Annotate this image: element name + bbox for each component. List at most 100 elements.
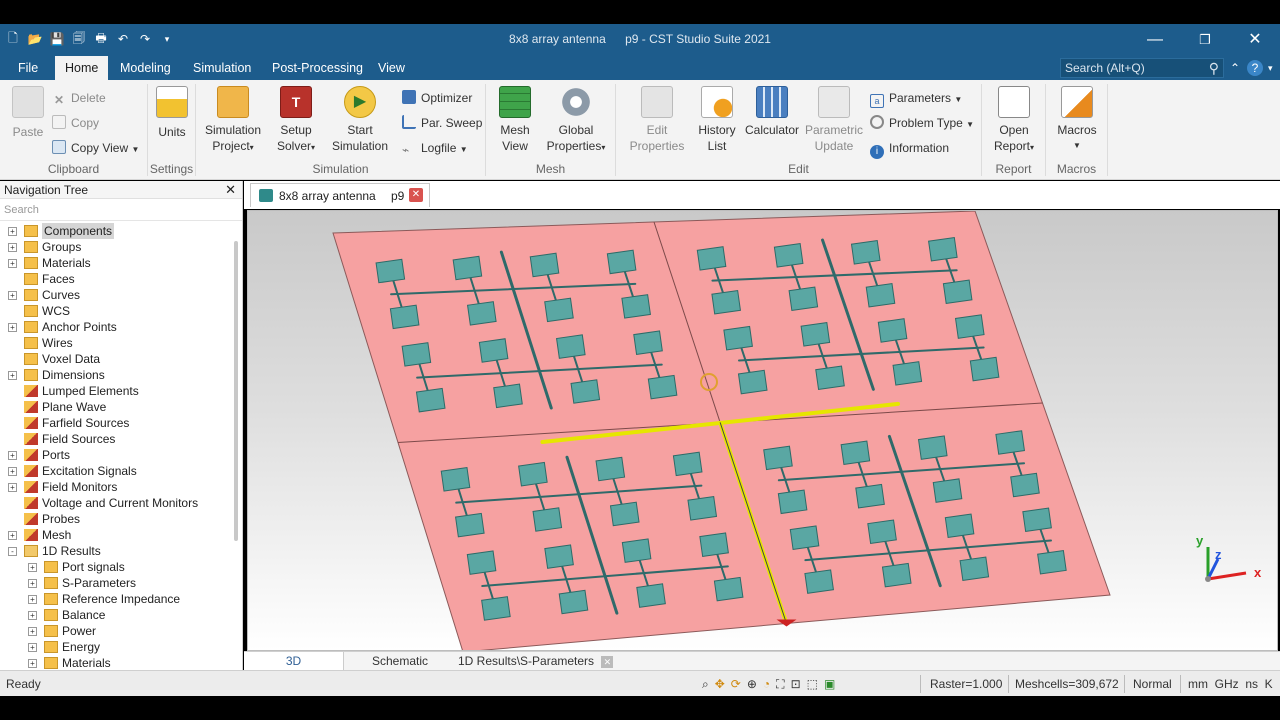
open-report-button[interactable]: Open Report▾	[990, 86, 1038, 156]
expand-icon[interactable]: +	[28, 579, 37, 588]
tree-node[interactable]: + Power	[0, 623, 230, 639]
zoom-in-icon[interactable]: ⊕	[747, 671, 757, 697]
tree-node[interactable]: + Curves	[0, 287, 230, 303]
tree-node[interactable]: + Ports	[0, 447, 230, 463]
view-cube-icon[interactable]: ⬚	[807, 671, 818, 697]
tree-node[interactable]: + Mesh	[0, 527, 230, 543]
tree-node[interactable]: Faces	[0, 271, 230, 287]
tab-schematic[interactable]: Schematic	[364, 652, 436, 670]
tree-node[interactable]: + Balance	[0, 607, 230, 623]
expand-icon[interactable]: +	[28, 611, 37, 620]
document-tab[interactable]: 8x8 array antenna p9 ✕	[250, 183, 430, 207]
tab-s-parameters[interactable]: 1D Results\S-Parameters ✕	[450, 652, 621, 670]
tree-scrollbar[interactable]	[234, 241, 238, 541]
zoom-icon[interactable]: ⌕	[702, 671, 709, 697]
tree-node[interactable]: Field Sources	[0, 431, 230, 447]
close-tab-icon[interactable]: ✕	[409, 188, 423, 202]
edit-properties-button[interactable]: Edit Properties	[624, 86, 690, 154]
setup-solver-button[interactable]: T Setup Solver▾	[272, 86, 320, 156]
delete-button[interactable]: ✕ Delete	[52, 88, 106, 108]
tree-node[interactable]: + Groups	[0, 239, 230, 255]
tree-node[interactable]: + Materials	[0, 655, 230, 671]
information-button[interactable]: i Information	[870, 138, 949, 159]
close-panel-icon[interactable]: ✕	[225, 181, 236, 199]
tree-node[interactable]: Voxel Data	[0, 351, 230, 367]
copy-view-button[interactable]: Copy View ▼	[52, 138, 139, 158]
mesh-view-button[interactable]: Mesh View	[494, 86, 536, 154]
help-dropdown-icon[interactable]: ▾	[1268, 58, 1273, 78]
collapse-icon[interactable]: -	[8, 547, 17, 556]
start-simulation-button[interactable]: ▶ Start Simulation	[328, 86, 392, 154]
tab-simulation[interactable]: Simulation	[183, 56, 261, 80]
tree-node[interactable]: + Port signals	[0, 559, 230, 575]
zoom-box-icon[interactable]: ⊡	[791, 671, 801, 697]
tree-node[interactable]: Voltage and Current Monitors	[0, 495, 230, 511]
collapse-ribbon-icon[interactable]: ⌃	[1230, 58, 1240, 78]
parametric-update-button[interactable]: Parametric Update	[804, 86, 864, 154]
tree-node[interactable]: Farfield Sources	[0, 415, 230, 431]
tab-home[interactable]: Home	[55, 56, 109, 80]
expand-icon[interactable]: +	[8, 451, 17, 460]
tab-3d[interactable]: 3D	[244, 652, 344, 670]
units-button[interactable]: Units	[154, 86, 190, 140]
tree-node[interactable]: WCS	[0, 303, 230, 319]
fit-view-icon[interactable]: ⛶	[776, 671, 784, 697]
tree-node[interactable]: + Anchor Points	[0, 319, 230, 335]
expand-icon[interactable]: +	[28, 595, 37, 604]
tree-node[interactable]: Lumped Elements	[0, 383, 230, 399]
par-sweep-button[interactable]: Par. Sweep	[402, 113, 482, 133]
expand-icon[interactable]: +	[8, 323, 17, 332]
3d-viewport[interactable]: y z x	[247, 210, 1278, 651]
optimizer-button[interactable]: Optimizer	[402, 88, 472, 108]
simulation-project-button[interactable]: Simulation Project▾	[202, 86, 264, 156]
expand-icon[interactable]: +	[8, 227, 17, 236]
search-input[interactable]: Search (Alt+Q) ⚲	[1060, 58, 1224, 78]
tree-node[interactable]: Probes	[0, 511, 230, 527]
global-properties-button[interactable]: Global Properties▾	[542, 86, 610, 156]
expand-icon[interactable]: +	[8, 467, 17, 476]
parameters-button[interactable]: a Parameters ▼	[870, 88, 962, 108]
tree-node[interactable]: + Field Monitors	[0, 479, 230, 495]
tree-node[interactable]: + S-Parameters	[0, 575, 230, 591]
expand-icon[interactable]: +	[28, 659, 37, 668]
rotate-icon[interactable]: ⟳	[731, 671, 741, 697]
tree-node[interactable]: + Energy	[0, 639, 230, 655]
expand-icon[interactable]: +	[8, 531, 17, 540]
copy-button[interactable]: Copy	[52, 113, 99, 133]
tree-node[interactable]: + Dimensions	[0, 367, 230, 383]
tab-post-processing[interactable]: Post-Processing	[262, 56, 373, 80]
expand-icon[interactable]: +	[28, 627, 37, 636]
problem-type-button[interactable]: Problem Type ▼	[870, 113, 974, 133]
search-icon[interactable]: ⚲	[1209, 59, 1219, 77]
tree-node[interactable]: + Excitation Signals	[0, 463, 230, 479]
help-icon[interactable]: ?	[1247, 60, 1263, 76]
expand-icon[interactable]: +	[8, 291, 17, 300]
expand-icon[interactable]: +	[8, 243, 17, 252]
tree-search-input[interactable]: Search	[0, 199, 242, 221]
calculator-button[interactable]: Calculator	[742, 86, 802, 138]
expand-icon[interactable]: +	[8, 259, 17, 268]
expand-icon[interactable]: +	[8, 371, 17, 380]
tree-node[interactable]: + Reference Impedance	[0, 591, 230, 607]
macros-button[interactable]: Macros ▼	[1054, 86, 1100, 154]
tab-modeling[interactable]: Modeling	[110, 56, 181, 80]
close-window-button[interactable]: ✕	[1235, 28, 1275, 52]
paste-button[interactable]: Paste	[10, 86, 46, 140]
tab-view[interactable]: View	[368, 56, 415, 80]
close-tab-icon[interactable]: ✕	[601, 656, 614, 668]
tree-node[interactable]: Plane Wave	[0, 399, 230, 415]
expand-icon[interactable]: +	[8, 483, 17, 492]
tree-node[interactable]: - 1D Results	[0, 543, 230, 559]
logfile-button[interactable]: ⌁ Logfile ▼	[402, 138, 468, 158]
pan-icon[interactable]: ✥	[715, 671, 725, 697]
snapshot-icon[interactable]: ▣	[824, 671, 835, 697]
minimize-button[interactable]: —	[1135, 28, 1175, 52]
antenna-model[interactable]	[248, 211, 1278, 651]
restore-button[interactable]: ❐	[1185, 28, 1225, 52]
tab-file[interactable]: File	[8, 56, 48, 80]
spin-icon[interactable]: ◔	[763, 671, 770, 697]
tree-node[interactable]: Wires	[0, 335, 230, 351]
tree-node[interactable]: + Components	[0, 223, 230, 239]
expand-icon[interactable]: +	[28, 563, 37, 572]
history-list-button[interactable]: History List	[694, 86, 740, 154]
